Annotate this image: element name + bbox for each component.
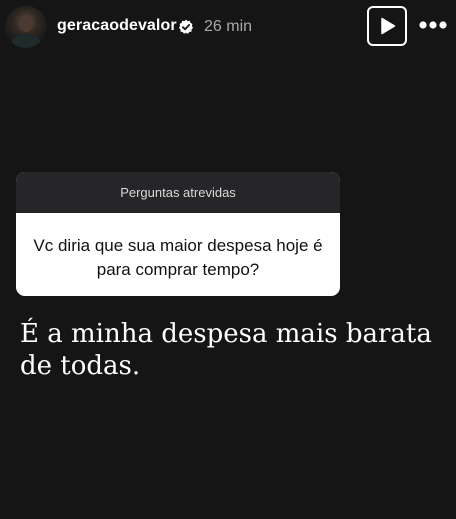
more-options-button[interactable] — [416, 14, 450, 38]
story-header: geracaodevalor 26 min — [0, 0, 456, 56]
play-icon — [381, 17, 396, 35]
answer-text: É a minha despesa mais barata de todas. — [20, 319, 432, 381]
avatar-shirt — [11, 34, 41, 48]
avatar[interactable] — [5, 6, 47, 48]
question-sticker-title: Perguntas atrevidas — [16, 172, 340, 213]
username[interactable]: geracaodevalor — [57, 17, 177, 35]
question-text: Vc diria que sua maior despesa hoje é pa… — [33, 236, 323, 279]
question-sticker: Perguntas atrevidas Vc diria que sua mai… — [16, 172, 340, 296]
play-button[interactable] — [367, 6, 407, 46]
more-dots-icon — [419, 21, 447, 29]
verified-badge-icon — [178, 19, 194, 34]
avatar-face — [19, 15, 33, 32]
post-time: 26 min — [204, 18, 253, 35]
